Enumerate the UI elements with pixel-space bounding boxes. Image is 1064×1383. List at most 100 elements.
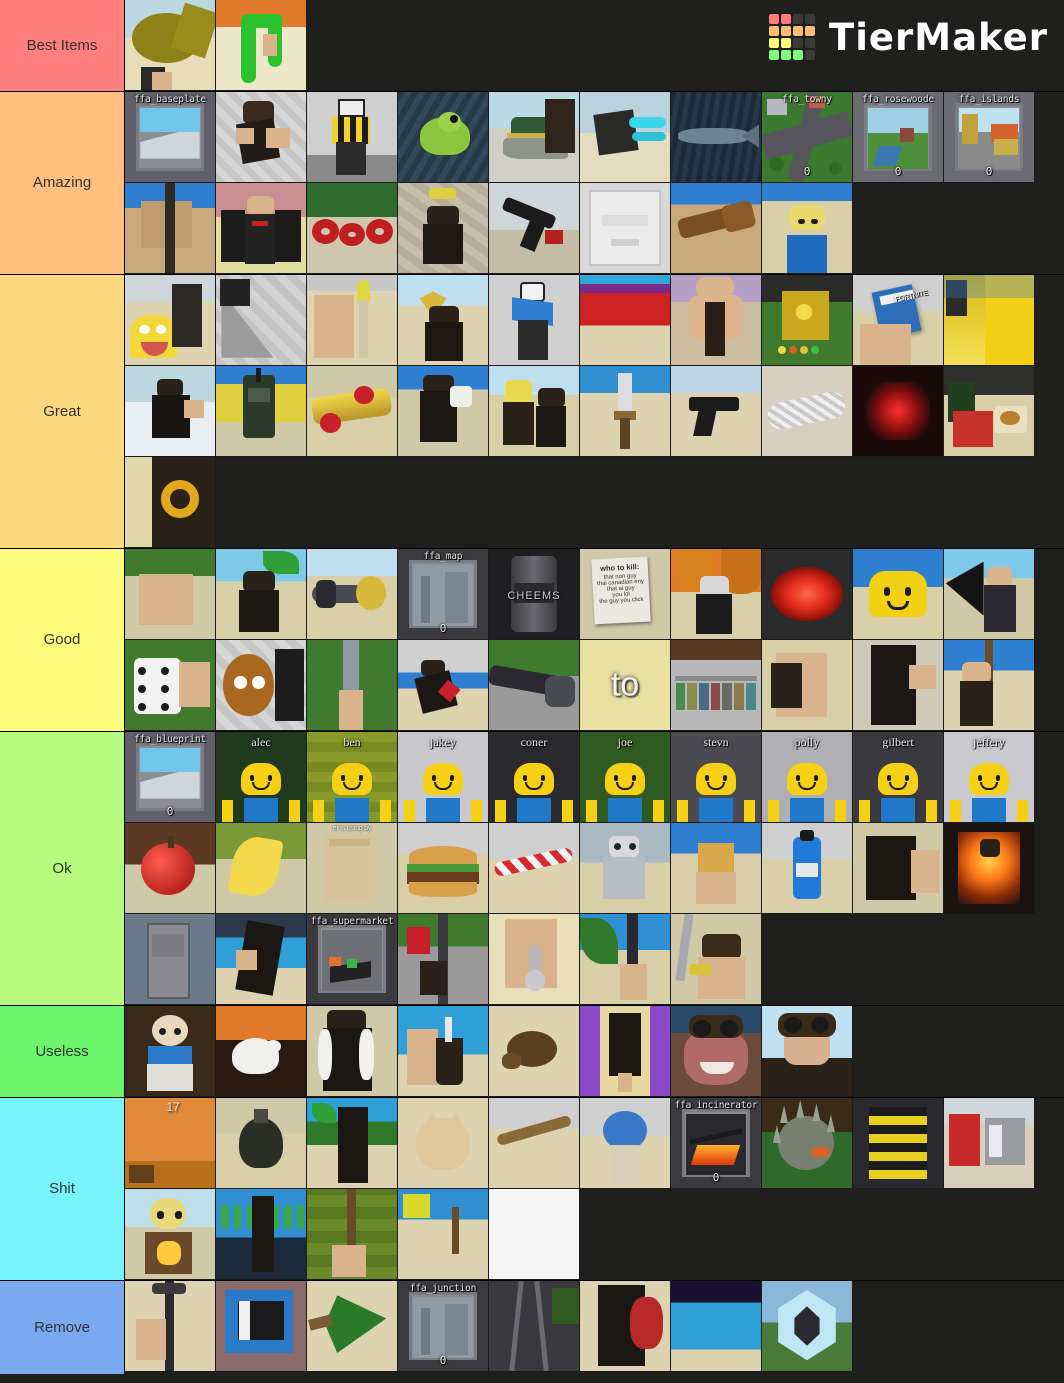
white-appliance-item[interactable] (580, 183, 671, 274)
fire-avatar-item[interactable] (944, 823, 1035, 914)
ffa-incinerator-map[interactable]: ffa_incinerator 0 (671, 1098, 762, 1189)
running-avatar[interactable] (398, 640, 489, 731)
ffa-baseplate-map[interactable]: ffa_baseplate (125, 92, 216, 183)
staff-avatar-item[interactable] (944, 640, 1035, 731)
cobblestone-avatar[interactable] (398, 183, 489, 274)
ffa-junction-map[interactable]: ffa_junction 0 (398, 1281, 489, 1372)
turtle-item[interactable] (489, 1006, 580, 1097)
blue-water-item[interactable] (671, 1281, 762, 1372)
gilbert-avatar[interactable]: gilbert (853, 732, 944, 823)
wood-post-item[interactable] (125, 183, 216, 274)
mesh-pipe-item[interactable] (762, 366, 853, 457)
cheems-can-item[interactable]: CHEEMS (489, 549, 580, 640)
tier-items-amazing[interactable]: ffa_baseplate ffa_towny 0 ffa_rosewoode 0 ffa… (125, 92, 1064, 274)
blue-energy-item[interactable] (580, 92, 671, 183)
red-glow-disc-item[interactable] (762, 549, 853, 640)
ocean-avatar-item[interactable] (216, 914, 307, 1005)
store-scene-item[interactable] (944, 1098, 1035, 1189)
gold-cannon-item[interactable] (307, 549, 398, 640)
grey-door-item[interactable] (125, 914, 216, 1005)
joe-avatar[interactable]: joe (580, 732, 671, 823)
tier-label-ok[interactable]: Ok (0, 732, 125, 1005)
who-to-kill-note[interactable]: who to kill: that non guy thai canadian en… (580, 549, 671, 640)
tan-brick-item[interactable] (125, 549, 216, 640)
blue-bottle-item[interactable] (762, 823, 853, 914)
red-shield-avatar[interactable] (580, 1281, 671, 1372)
yellow-plaid-character[interactable] (307, 92, 398, 183)
fish-item[interactable] (671, 92, 762, 183)
lamp-post-item[interactable] (125, 1281, 216, 1372)
tier-label-remove[interactable]: Remove (0, 1281, 125, 1374)
picnic-scene[interactable] (944, 366, 1035, 457)
yellow-block-avatar[interactable] (489, 366, 580, 457)
ffa-supermarket-map[interactable]: ffa_supermarket (307, 914, 398, 1005)
sand-sword-item[interactable] (580, 366, 671, 457)
drink-cup-item[interactable] (398, 1006, 489, 1097)
black-wings-avatar[interactable] (944, 549, 1035, 640)
jeffery-avatar[interactable]: jeffery (944, 732, 1035, 823)
yellow-torch-item[interactable] (307, 275, 398, 366)
black-suit-avatar[interactable] (216, 92, 307, 183)
gear-machine-item[interactable] (125, 457, 216, 548)
pineapple-avatar[interactable] (671, 549, 762, 640)
black-pistol-item[interactable] (489, 183, 580, 274)
smiley-head-item[interactable] (853, 549, 944, 640)
golden-blimp-item[interactable] (125, 0, 216, 91)
paper-bag-item[interactable]: er is using by (307, 823, 398, 914)
shop-shelves-scene[interactable] (671, 640, 762, 731)
tier-label-amazing[interactable]: Amazing (0, 92, 125, 274)
palm-tree-avatar[interactable] (216, 549, 307, 640)
leaf-pole-item[interactable] (580, 914, 671, 1005)
tier-label-shit[interactable]: Shit (0, 1098, 125, 1280)
fortnite-card-item[interactable]: FORTNITE (853, 275, 944, 366)
candy-cane-item[interactable] (489, 823, 580, 914)
muscle-avatar[interactable] (671, 275, 762, 366)
goggles-sword-avatar[interactable] (671, 914, 762, 1005)
bottle-shelf-item[interactable] (216, 1189, 307, 1280)
grey-ramp-item[interactable] (216, 275, 307, 366)
tier-items-useless[interactable] (125, 1006, 1064, 1097)
long-gun-item[interactable] (489, 640, 580, 731)
tier-label-best-items[interactable]: Best Items (0, 0, 125, 91)
white-blank-item[interactable] (489, 1189, 580, 1280)
ladder-scene-item[interactable] (489, 1281, 580, 1372)
blue-orb-avatar[interactable] (580, 1098, 671, 1189)
golden-shield-avatar[interactable] (398, 275, 489, 366)
hex-portal-item[interactable] (762, 1281, 853, 1372)
green-noodle-item[interactable] (216, 0, 307, 91)
brown-crate-item[interactable] (762, 640, 853, 731)
handgun-item[interactable] (671, 366, 762, 457)
ben-avatar[interactable]: ben (307, 732, 398, 823)
wooden-face-item[interactable] (216, 640, 307, 731)
green-radio-item[interactable] (216, 366, 307, 457)
green-wall-item[interactable] (307, 1189, 398, 1280)
spiked-ball-item[interactable] (762, 1098, 853, 1189)
street-pole-item[interactable] (398, 914, 489, 1005)
number-17-item[interactable]: 17 (125, 1098, 216, 1189)
gold-tube-item[interactable] (307, 366, 398, 457)
metal-spoon-item[interactable] (489, 914, 580, 1005)
yellow-stripe-avatar[interactable] (853, 1098, 944, 1189)
ffa-rosewoode-map[interactable]: ffa_rosewoode 0 (853, 92, 944, 183)
milk-drink-avatar[interactable] (398, 366, 489, 457)
jakey-avatar[interactable]: jakey (398, 732, 489, 823)
baby-avatar[interactable] (125, 1006, 216, 1097)
tier-label-good[interactable]: Good (0, 549, 125, 731)
tier-items-remove[interactable]: ffa_junction 0 (125, 1281, 1064, 1374)
white-dice-item[interactable] (125, 640, 216, 731)
pine-tree-item[interactable] (307, 1281, 398, 1372)
stevn-avatar[interactable]: stevn (671, 732, 762, 823)
ffa-blueprint-map[interactable]: ffa_blueprint 0 (125, 732, 216, 823)
alec-avatar[interactable]: alec (216, 732, 307, 823)
ffa-islands-map[interactable]: ffa_islands 0 (944, 92, 1035, 183)
goggles-avatar[interactable] (762, 1006, 853, 1097)
red-carpet-scene[interactable] (580, 275, 671, 366)
wario-mask-item[interactable] (125, 275, 216, 366)
torch-avatar-item[interactable] (125, 1189, 216, 1280)
fancy-suit-avatar[interactable] (307, 1006, 398, 1097)
tier-items-ok[interactable]: ffa_blueprint 0 alec ben jakey coner joe stevn p… (125, 732, 1064, 1005)
tier-items-good[interactable]: ffa_map 0 CHEEMS who to kill: that non guy th… (125, 549, 1064, 731)
newspaper-avatar[interactable] (216, 183, 307, 274)
tier-label-useless[interactable]: Useless (0, 1006, 125, 1097)
gold-coin-box-item[interactable] (762, 275, 853, 366)
